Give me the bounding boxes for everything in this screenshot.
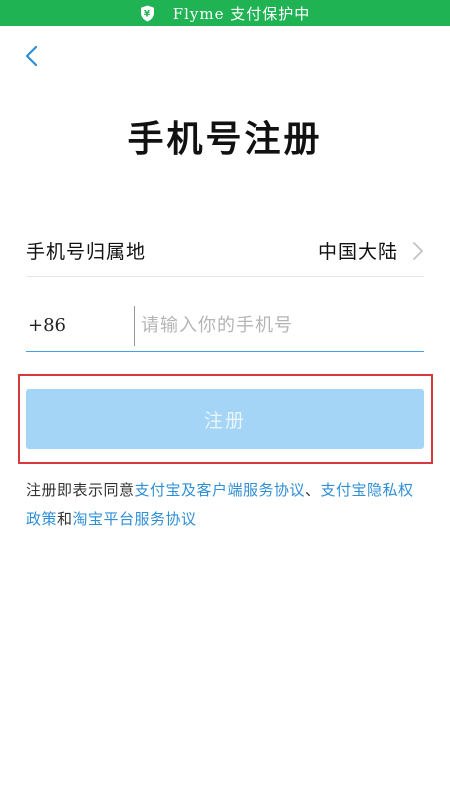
agreement-prefix: 注册即表示同意 bbox=[26, 481, 135, 499]
region-selector[interactable]: 手机号归属地 中国大陆 bbox=[26, 225, 424, 277]
chevron-left-icon bbox=[25, 45, 38, 67]
shield-yen-icon: ¥ bbox=[140, 5, 155, 22]
service-agreement-link[interactable]: 支付宝及客户端服务协议 bbox=[135, 481, 306, 499]
phone-field-row: +86 bbox=[26, 300, 424, 352]
region-label: 手机号归属地 bbox=[26, 241, 147, 263]
back-button[interactable] bbox=[18, 42, 44, 70]
agreement-text: 注册即表示同意支付宝及客户端服务协议、支付宝隐私权政策和淘宝平台服务协议 bbox=[26, 476, 426, 534]
svg-text:¥: ¥ bbox=[144, 9, 151, 19]
country-code: +86 bbox=[28, 315, 66, 336]
agreement-separator: 、 bbox=[305, 481, 321, 499]
region-value: 中国大陆 bbox=[317, 241, 398, 263]
status-bar-text: Flyme 支付保护中 bbox=[172, 4, 311, 23]
register-button[interactable]: 注册 bbox=[26, 389, 424, 449]
status-bar: ¥ Flyme 支付保护中 bbox=[0, 0, 450, 26]
agreement-and: 和 bbox=[57, 510, 73, 528]
chevron-right-icon bbox=[413, 241, 423, 260]
phone-input[interactable] bbox=[134, 305, 424, 346]
taobao-agreement-link[interactable]: 淘宝平台服务协议 bbox=[73, 510, 197, 528]
page-title: 手机号注册 bbox=[127, 118, 323, 160]
